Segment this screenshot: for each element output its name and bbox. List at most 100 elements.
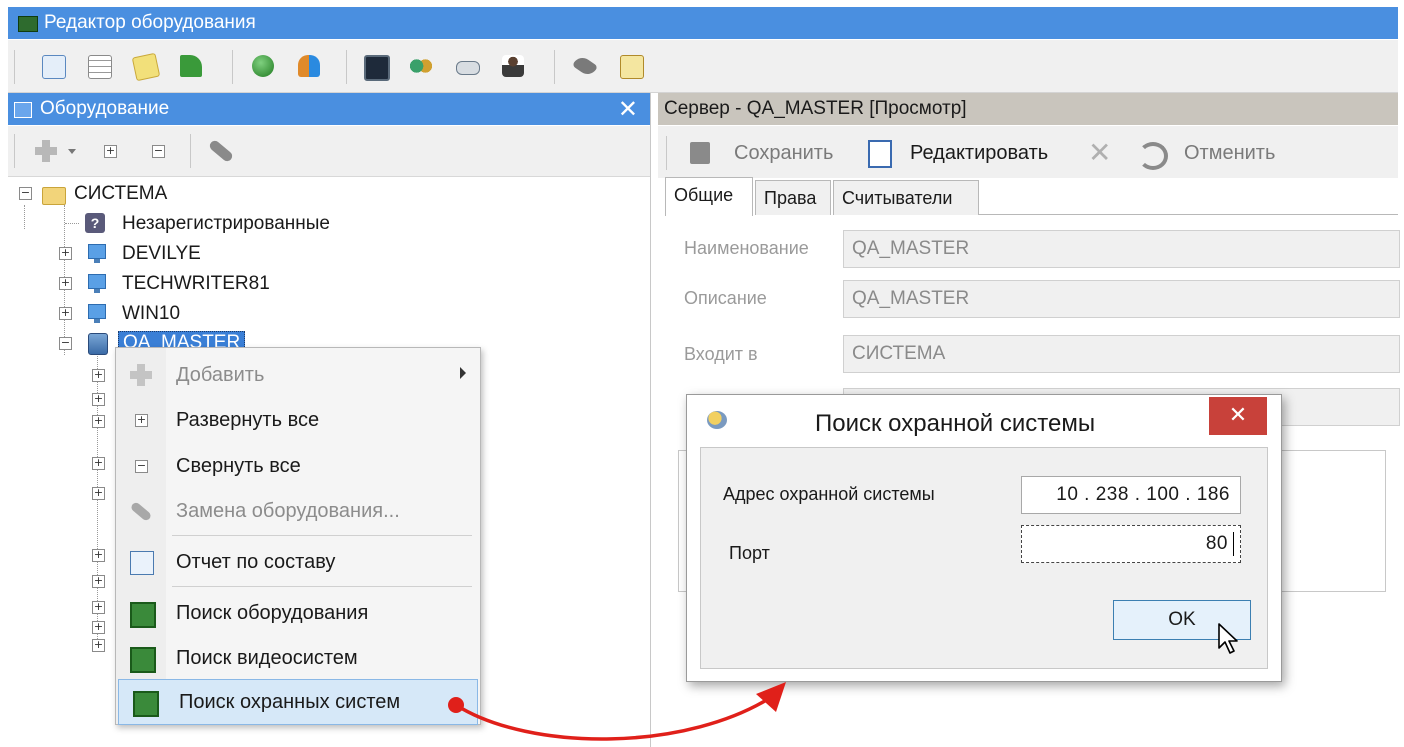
tree-view-icon <box>14 102 32 118</box>
context-menu: Добавить + Развернуть все − Свернуть все… <box>115 347 481 725</box>
expand-toggle[interactable]: + <box>92 639 105 652</box>
expand-all-icon[interactable]: + <box>104 145 117 158</box>
toolbar-grip <box>666 136 667 170</box>
menu-item-replace-equipment[interactable]: Замена оборудования... <box>116 489 480 533</box>
menu-separator <box>172 535 472 536</box>
tree-node-system[interactable]: СИСТЕМА <box>74 183 167 205</box>
tab-readers[interactable]: Считыватели <box>833 180 979 215</box>
name-field-value: QA_MASTER <box>852 238 970 259</box>
address-input-value: 10 . 238 . 100 . 186 <box>1056 484 1230 505</box>
menu-item-label: Поиск видеосистем <box>176 647 358 669</box>
undo-icon <box>1138 142 1168 170</box>
tree-node-techwriter81[interactable]: TECHWRITER81 <box>122 273 270 295</box>
annotation-arrow <box>448 682 786 741</box>
search-device-icon <box>130 647 156 673</box>
parent-field-value: СИСТЕМА <box>852 343 946 364</box>
person-icon[interactable] <box>502 55 524 77</box>
collapse-toggle[interactable]: − <box>19 187 32 200</box>
edit-button[interactable]: Редактировать <box>910 142 1048 165</box>
tree-node-devilye[interactable]: DEVILYE <box>122 243 201 265</box>
notes-icon[interactable] <box>131 52 161 82</box>
port-input[interactable]: 80 <box>1021 525 1241 563</box>
menu-item-collapse-all[interactable]: − Свернуть все <box>116 444 480 488</box>
replace-tool-icon <box>129 500 153 523</box>
expand-toggle[interactable]: + <box>59 277 72 290</box>
replace-tool-icon[interactable] <box>571 53 599 79</box>
save-button[interactable]: Сохранить <box>734 142 833 165</box>
search-device-icon <box>130 602 156 628</box>
equipment-panel-header: Оборудование ✕ <box>8 93 650 125</box>
device-icon[interactable] <box>456 61 480 75</box>
tree-view-icon[interactable] <box>42 55 66 79</box>
port-input-value: 80 <box>1205 533 1228 554</box>
expand-toggle[interactable]: + <box>59 247 72 260</box>
expand-toggle[interactable]: + <box>92 575 105 588</box>
toolbar-separator <box>232 50 233 84</box>
expand-toggle[interactable]: + <box>92 487 105 500</box>
dialog-body: Адрес охранной системы 10 . 238 . 100 . … <box>700 447 1268 669</box>
app-icon <box>18 16 38 32</box>
parent-field[interactable]: СИСТЕМА <box>843 335 1400 373</box>
computer-icon <box>88 304 106 323</box>
window-title: Редактор оборудования <box>44 12 256 33</box>
expand-toggle[interactable]: + <box>92 549 105 562</box>
equipment-panel-title: Оборудование <box>40 98 170 119</box>
collapse-toggle[interactable]: − <box>59 337 72 350</box>
address-label: Адрес охранной системы <box>723 484 935 504</box>
description-field[interactable]: QA_MASTER <box>843 280 1400 318</box>
menu-item-label: Поиск оборудования <box>176 602 369 624</box>
add-dropdown-icon[interactable] <box>34 140 62 162</box>
menu-item-search-equipment[interactable]: Поиск оборудования <box>116 591 480 635</box>
close-icon[interactable]: ✕ <box>1209 397 1267 435</box>
expand-toggle[interactable]: + <box>59 307 72 320</box>
menu-item-expand-all[interactable]: + Развернуть все <box>116 398 480 442</box>
expand-toggle[interactable]: + <box>92 601 105 614</box>
report-icon[interactable] <box>620 55 644 79</box>
grid-icon[interactable] <box>88 55 112 79</box>
menu-item-add[interactable]: Добавить <box>116 353 480 397</box>
globe-icon[interactable] <box>252 55 274 77</box>
menu-item-search-security[interactable]: Поиск охранных систем <box>118 679 478 725</box>
expand-toggle[interactable]: + <box>92 415 105 428</box>
port-label: Порт <box>729 543 770 563</box>
tree-node-win10[interactable]: WIN10 <box>122 303 180 325</box>
add-icon <box>130 364 152 386</box>
menu-item-composition-report[interactable]: Отчет по составу <box>116 540 480 584</box>
name-field[interactable]: QA_MASTER <box>843 230 1400 268</box>
computer-icon <box>88 244 106 263</box>
text-caret <box>1233 532 1234 556</box>
expand-toggle[interactable]: + <box>92 457 105 470</box>
address-input[interactable]: 10 . 238 . 100 . 186 <box>1021 476 1241 514</box>
satellite-icon <box>707 411 727 429</box>
menu-item-label: Отчет по составу <box>176 551 336 573</box>
group-icon[interactable] <box>410 55 432 77</box>
expand-toggle[interactable]: + <box>92 621 105 634</box>
cursor-tree-icon[interactable] <box>180 55 202 77</box>
menu-item-label: Замена оборудования... <box>176 500 400 522</box>
expand-all-icon: + <box>135 413 148 427</box>
expand-toggle[interactable]: + <box>92 393 105 406</box>
submenu-arrow-icon <box>460 367 466 379</box>
menu-item-search-video[interactable]: Поиск видеосистем <box>116 636 480 680</box>
toolbar-separator <box>190 134 191 168</box>
chevron-down-icon[interactable] <box>68 149 76 154</box>
server-panel-title: Сервер - QA_MASTER [Просмотр] <box>664 98 967 119</box>
terminal-icon[interactable] <box>364 55 390 81</box>
menu-item-label: Развернуть все <box>176 409 320 431</box>
menu-separator <box>172 586 472 587</box>
users-icon[interactable] <box>298 55 320 77</box>
server-toolbar: Сохранить Редактировать ✕ Отменить <box>658 126 1398 178</box>
tab-general[interactable]: Общие <box>665 177 753 216</box>
expand-toggle[interactable]: + <box>92 369 105 382</box>
tree-node-unregistered[interactable]: Незарегистрированные <box>122 213 330 235</box>
replace-tool-icon[interactable] <box>207 138 235 164</box>
main-toolbar <box>8 40 1398 93</box>
tab-rights[interactable]: Права <box>755 180 831 215</box>
menu-item-label: Добавить <box>176 364 265 386</box>
toolbar-separator <box>346 50 347 84</box>
close-icon[interactable]: ✕ <box>618 95 638 124</box>
cancel-button[interactable]: Отменить <box>1184 142 1275 165</box>
delete-icon[interactable]: ✕ <box>1088 136 1111 169</box>
search-security-dialog: Поиск охранной системы ✕ Адрес охранной … <box>686 394 1282 682</box>
collapse-all-icon[interactable]: − <box>152 145 165 158</box>
